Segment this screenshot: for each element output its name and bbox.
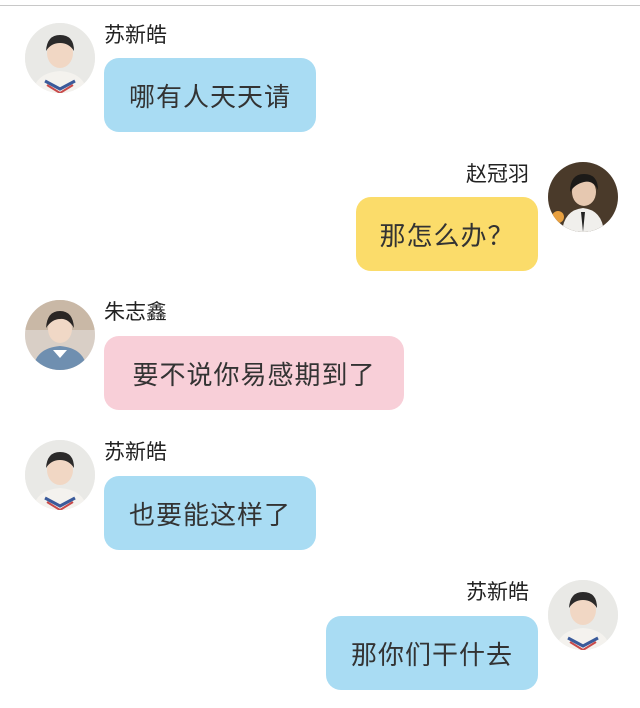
avatar[interactable] [548, 580, 618, 650]
message-bubble[interactable]: 那你们干什去 [326, 616, 538, 690]
sender-name: 苏新皓 [466, 580, 529, 604]
top-divider [0, 5, 640, 6]
message-bubble[interactable]: 要不说你易感期到了 [104, 336, 404, 410]
avatar[interactable] [25, 440, 95, 510]
avatar[interactable] [548, 162, 618, 232]
avatar[interactable] [25, 300, 95, 370]
sender-name: 赵冠羽 [466, 162, 529, 186]
avatar[interactable] [25, 23, 95, 93]
sender-name: 苏新皓 [104, 23, 167, 47]
sender-name: 朱志鑫 [104, 300, 167, 324]
message-bubble[interactable]: 哪有人天天请 [104, 58, 316, 132]
sender-name: 苏新皓 [104, 440, 167, 464]
message-bubble[interactable]: 那怎么办？ [356, 197, 538, 271]
message-bubble[interactable]: 也要能这样了 [104, 476, 316, 550]
